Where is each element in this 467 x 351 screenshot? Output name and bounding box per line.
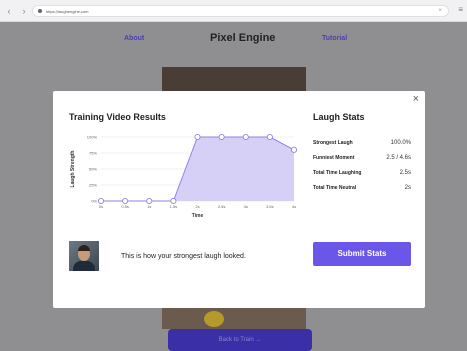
y-tick-label: 0% [91, 199, 97, 204]
stat-row-total-time-neutral: Total Time Neutral 2s [313, 180, 411, 195]
stat-value: 2s [404, 184, 411, 191]
x-tick-label: 2.5s [218, 204, 226, 209]
data-point [242, 133, 249, 141]
data-point [218, 133, 225, 141]
stat-row-funniest-moment: Funniest Moment 2.5 / 4.6s [313, 150, 411, 165]
site-nav: About Pixel Engine Tutorial [0, 32, 467, 46]
back-icon[interactable]: ‹ [3, 4, 15, 18]
y-tick-label: 25% [89, 183, 97, 188]
data-point [146, 197, 153, 205]
submit-stats-button[interactable]: Submit Stats [313, 242, 411, 266]
x-tick-label: 1.5s [170, 204, 178, 209]
stat-value: 2.5s [399, 169, 411, 176]
url-text: https://laughengine.com [46, 8, 89, 14]
thumbnail-caption: This is how your strongest laugh looked. [121, 253, 246, 260]
x-tick-label: 0s [99, 204, 103, 209]
stat-row-total-time-laughing: Total Time Laughing 2.5s [313, 165, 411, 180]
stat-label: Total Time Laughing [313, 169, 362, 176]
y-tick-label: 50% [89, 167, 97, 172]
x-tick-label: 2s [195, 204, 199, 209]
background-decoration [204, 311, 224, 327]
strongest-laugh-thumbnail [69, 241, 99, 271]
stat-value: 100.0% [390, 139, 411, 146]
x-axis-label: Time [192, 213, 204, 219]
nav-link-about[interactable]: About [124, 35, 144, 42]
forward-icon[interactable]: › [18, 4, 30, 18]
stat-value: 2.5 / 4.6s [386, 154, 411, 161]
x-tick-label: 3.5s [266, 204, 274, 209]
background-image [162, 307, 306, 329]
y-axis-label: Laugh Strength [70, 151, 76, 188]
chart-svg: 0% 25% 50% 75% 100% 0s 0.5s 1s 1.5s 2s 2.5s 3s 3.5s 4… [70, 133, 298, 219]
x-tick-label: 0.5s [121, 204, 129, 209]
stats-title: Laugh Stats [313, 112, 365, 122]
laugh-strength-chart: 0% 25% 50% 75% 100% 0s 0.5s 1s 1.5s 2s 2.5s 3s 3.5s 4… [65, 131, 301, 232]
data-point [194, 133, 201, 141]
data-point [97, 197, 105, 205]
nav-link-tutorial[interactable]: Tutorial [322, 35, 347, 42]
address-bar[interactable]: https://laughengine.com × [32, 5, 449, 17]
y-tick-label: 75% [89, 151, 97, 156]
y-tick-label: 100% [87, 135, 98, 140]
back-to-train-button[interactable]: Back to Train → [168, 329, 312, 351]
x-tick-label: 3s [244, 204, 248, 209]
clear-url-icon[interactable]: × [438, 8, 442, 14]
stat-row-strongest-laugh: Strongest Laugh 100.0% [313, 135, 411, 150]
data-point [122, 197, 129, 205]
data-point [290, 146, 298, 153]
menu-icon[interactable]: ≡ [458, 6, 463, 14]
stat-label: Total Time Neutral [313, 184, 357, 191]
results-modal: × Training Video Results Laugh Stats 0% 2… [53, 91, 425, 308]
lock-icon [38, 9, 42, 13]
results-title: Training Video Results [69, 112, 166, 122]
stat-label: Funniest Moment [313, 154, 355, 161]
site-title: Pixel Engine [210, 32, 276, 44]
x-tick-label: 4s [292, 204, 296, 209]
browser-toolbar: ‹ › https://laughengine.com × ≡ [0, 0, 467, 22]
data-point [266, 133, 273, 141]
stats-list: Strongest Laugh 100.0% Funniest Moment 2… [313, 135, 411, 195]
stat-label: Strongest Laugh [313, 139, 353, 146]
x-tick-label: 1s [147, 204, 151, 209]
data-point [170, 197, 177, 205]
close-icon[interactable]: × [413, 93, 419, 105]
